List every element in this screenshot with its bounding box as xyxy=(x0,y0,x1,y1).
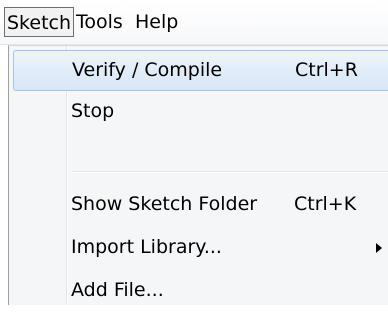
menu-sketch[interactable]: Sketch xyxy=(4,7,75,37)
menu-item-label: Verify / Compile xyxy=(72,59,223,81)
menu-item-label: Add File... xyxy=(71,279,164,301)
menu-item-import-library[interactable]: Import Library... xyxy=(13,228,388,269)
menu-item-shortcut: Ctrl+K xyxy=(294,193,357,215)
menu-tools[interactable]: Tools xyxy=(76,7,123,37)
menu-help[interactable]: Help xyxy=(135,7,178,37)
sketch-dropdown-menu: Verify / Compile Ctrl+R Stop Show Sketch… xyxy=(8,45,388,305)
menu-item-shortcut: Ctrl+R xyxy=(295,59,358,81)
menu-item-show-sketch-folder[interactable]: Show Sketch Folder Ctrl+K xyxy=(13,185,388,226)
menu-item-label: Import Library... xyxy=(71,236,222,258)
menu-item-label: Show Sketch Folder xyxy=(71,193,258,215)
menu-item-label: Stop xyxy=(71,100,115,122)
menu-item-verify-compile[interactable]: Verify / Compile Ctrl+R xyxy=(13,50,388,91)
chevron-right-icon xyxy=(376,243,382,253)
menu-separator xyxy=(72,171,388,173)
menu-bar: Sketch Tools Help xyxy=(0,0,388,45)
menu-item-stop[interactable]: Stop xyxy=(13,92,388,133)
menu-item-add-file[interactable]: Add File... xyxy=(13,271,388,312)
